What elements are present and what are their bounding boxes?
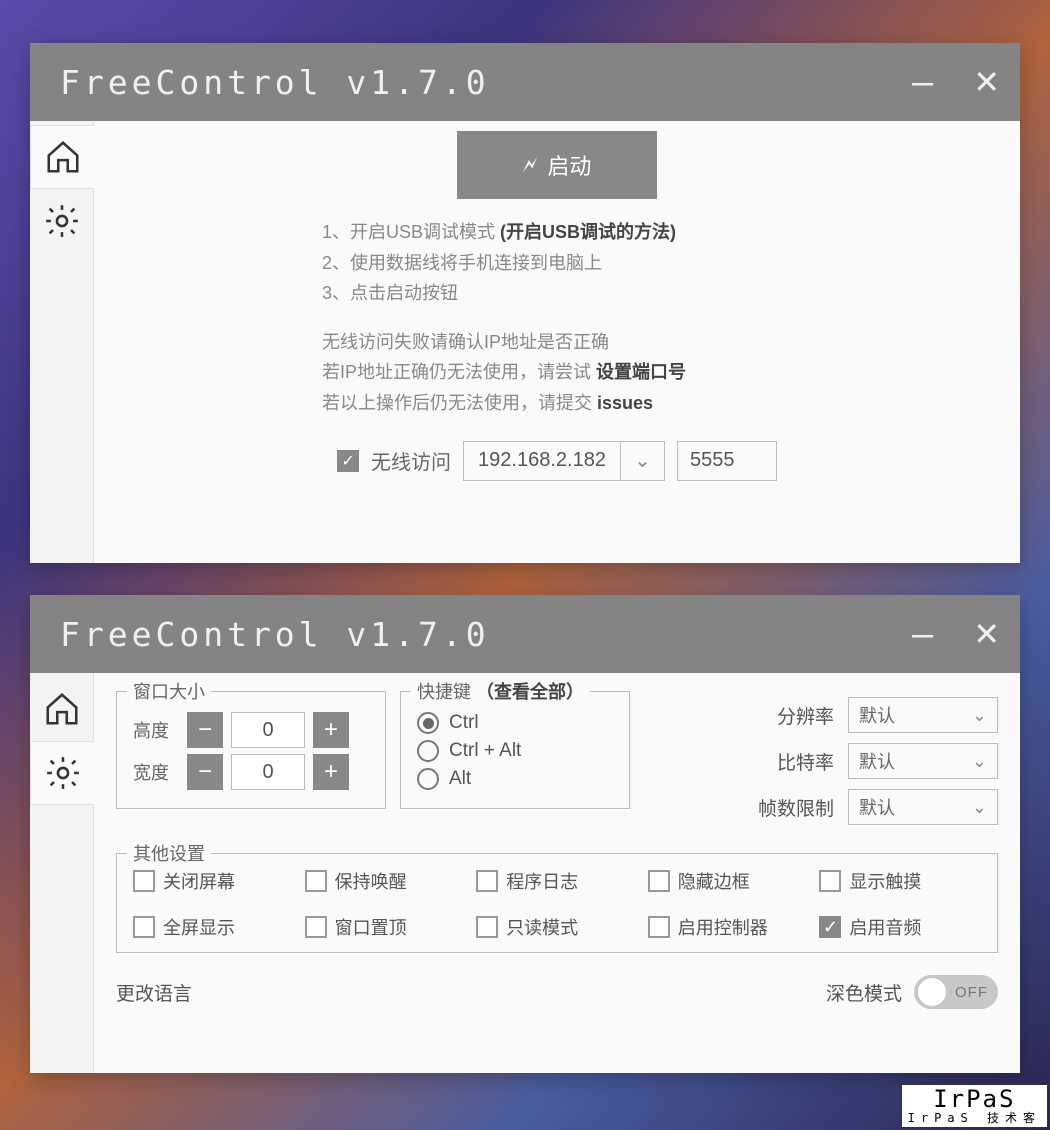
app-title: FreeControl v1.7.0 (60, 63, 912, 102)
shortcut-group: 快捷键 （查看全部） Ctrl Ctrl + Alt Alt (400, 691, 630, 809)
sidebar (30, 121, 94, 563)
minimize-button[interactable]: – (912, 77, 933, 87)
sidebar-item-settings[interactable] (30, 189, 93, 253)
sidebar-item-home[interactable] (30, 677, 93, 741)
port-input[interactable]: 5555 (677, 441, 777, 481)
set-port-link[interactable]: 设置端口号 (596, 362, 686, 382)
main-window-settings: FreeControl v1.7.0 – ✕ (30, 595, 1020, 1073)
home-icon (44, 138, 82, 176)
sidebar (30, 673, 94, 1073)
sidebar-item-settings[interactable] (30, 741, 94, 805)
check-fullscreen[interactable]: 全屏显示 (133, 914, 295, 940)
radio-icon (417, 768, 439, 790)
width-minus-button[interactable]: − (187, 754, 223, 790)
radio-icon (417, 740, 439, 762)
wireless-checkbox[interactable]: ✓ (337, 450, 359, 472)
instructions-block-1: 1、开启USB调试模式 (开启USB调试的方法) 2、使用数据线将手机连接到电脑… (322, 217, 792, 309)
usb-debug-link[interactable]: (开启USB调试的方法) (500, 222, 676, 242)
bolt-icon: 🗲 (523, 152, 538, 178)
height-plus-button[interactable]: + (313, 712, 349, 748)
titlebar[interactable]: FreeControl v1.7.0 – ✕ (30, 43, 1020, 121)
shortcut-radio-ctrl[interactable]: Ctrl (417, 712, 613, 734)
view-all-shortcuts-link[interactable]: （查看全部） (476, 682, 584, 702)
home-icon (43, 690, 81, 728)
other-settings-group: 其他设置 关闭屏幕 保持唤醒 程序日志 隐藏边框 显示触摸 全屏显示 窗口置顶 … (116, 853, 998, 953)
check-close-screen[interactable]: 关闭屏幕 (133, 868, 295, 894)
settings-content: 窗口大小 高度 − + 宽度 − + (94, 673, 1020, 1073)
wireless-label: 无线访问 (371, 446, 451, 475)
fps-limit-select[interactable]: 默认 ⌄ (848, 789, 998, 825)
bottom-row: 更改语言 深色模式 OFF (116, 975, 998, 1009)
change-language-link[interactable]: 更改语言 (116, 979, 192, 1006)
dark-mode-toggle[interactable]: OFF (914, 975, 998, 1009)
minimize-button[interactable]: – (912, 629, 933, 639)
chevron-down-icon: ⌄ (620, 442, 664, 480)
window-size-group: 窗口大小 高度 − + 宽度 − + (116, 691, 386, 809)
ip-value: 192.168.2.182 (464, 449, 620, 472)
check-controller[interactable]: 启用控制器 (648, 914, 810, 940)
width-input[interactable] (231, 754, 305, 790)
instructions-block-2: 无线访问失败请确认IP地址是否正确 若IP地址正确仍无法使用，请尝试 设置端口号… (322, 327, 792, 419)
ip-select[interactable]: 192.168.2.182 ⌄ (463, 441, 665, 481)
bitrate-select[interactable]: 默认 ⌄ (848, 743, 998, 779)
chevron-down-icon: ⌄ (972, 705, 987, 726)
gear-icon (43, 202, 81, 240)
app-title: FreeControl v1.7.0 (60, 615, 912, 654)
check-hide-border[interactable]: 隐藏边框 (648, 868, 810, 894)
display-options: 分辨率 默认 ⌄ 比特率 默认 ⌄ (644, 683, 998, 835)
chevron-down-icon: ⌄ (972, 797, 987, 818)
sidebar-item-home[interactable] (30, 125, 94, 189)
home-content: 🗲 启动 1、开启USB调试模式 (开启USB调试的方法) 2、使用数据线将手机… (94, 121, 1020, 563)
check-show-touch[interactable]: 显示触摸 (819, 868, 981, 894)
height-row: 高度 − + (133, 712, 369, 748)
width-row: 宽度 − + (133, 754, 369, 790)
width-plus-button[interactable]: + (313, 754, 349, 790)
check-readonly[interactable]: 只读模式 (476, 914, 638, 940)
gear-icon (44, 754, 82, 792)
close-button[interactable]: ✕ (973, 63, 1000, 101)
check-keep-awake[interactable]: 保持唤醒 (305, 868, 467, 894)
watermark: IrPaS IrPaS 技术客 (901, 1084, 1048, 1128)
height-minus-button[interactable]: − (187, 712, 223, 748)
shortcut-radio-alt[interactable]: Alt (417, 768, 613, 790)
dark-mode-label: 深色模式 (826, 979, 902, 1006)
launch-button[interactable]: 🗲 启动 (457, 131, 657, 199)
check-on-top[interactable]: 窗口置顶 (305, 914, 467, 940)
resolution-select[interactable]: 默认 ⌄ (848, 697, 998, 733)
check-log[interactable]: 程序日志 (476, 868, 638, 894)
shortcut-radio-ctrl-alt[interactable]: Ctrl + Alt (417, 740, 613, 762)
issues-link[interactable]: issues (597, 393, 653, 413)
wireless-row: ✓ 无线访问 192.168.2.182 ⌄ 5555 (116, 441, 998, 481)
main-window-home: FreeControl v1.7.0 – ✕ (30, 43, 1020, 563)
check-audio[interactable]: ✓启用音频 (819, 914, 981, 940)
toggle-knob (918, 978, 946, 1006)
radio-icon (417, 712, 439, 734)
chevron-down-icon: ⌄ (972, 751, 987, 772)
close-button[interactable]: ✕ (973, 615, 1000, 653)
titlebar[interactable]: FreeControl v1.7.0 – ✕ (30, 595, 1020, 673)
height-input[interactable] (231, 712, 305, 748)
launch-label: 启动 (547, 149, 591, 181)
